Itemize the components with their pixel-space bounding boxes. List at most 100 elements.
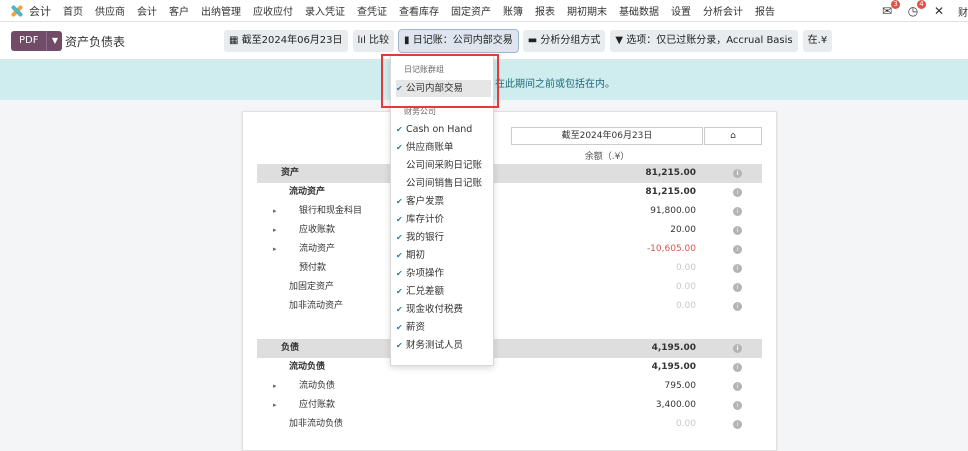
pdf-button[interactable]: PDF bbox=[11, 31, 47, 51]
menu-item[interactable]: 查凭证 bbox=[357, 3, 387, 18]
app-logo-icon[interactable] bbox=[10, 4, 24, 18]
journal-option[interactable]: ✔ Cash on Hand bbox=[396, 121, 491, 138]
expand-caret-icon[interactable]: ▸ bbox=[273, 396, 277, 415]
menu-item[interactable]: 首页 bbox=[63, 3, 83, 18]
report-line[interactable]: 流动资产 81,215.00 i bbox=[257, 183, 762, 202]
journal-option[interactable]: ✔ 我的银行 bbox=[396, 229, 491, 246]
report-line[interactable]: ▸ 流动负债 795.00 i bbox=[257, 377, 762, 396]
line-options-icon[interactable]: i bbox=[733, 188, 742, 197]
journal-option[interactable]: ✔ 薪资 bbox=[396, 319, 491, 336]
column-header-home-icon[interactable]: ⌂ bbox=[704, 127, 762, 145]
line-amount[interactable]: 0.00 bbox=[676, 259, 696, 278]
report-title: 资产负债表 bbox=[65, 35, 126, 49]
menu-item[interactable]: 报表 bbox=[535, 3, 555, 18]
line-amount[interactable]: 81,215.00 bbox=[645, 183, 696, 202]
line-amount[interactable]: 795.00 bbox=[665, 377, 697, 396]
journal-option[interactable]: ✔ 客户发票 bbox=[396, 193, 491, 210]
journal-option[interactable]: ✔ 现金收付税费 bbox=[396, 301, 491, 318]
journal-option[interactable]: 公司间采购日记账 bbox=[396, 157, 491, 174]
report-line[interactable]: 资产 81,215.00 i bbox=[257, 164, 762, 183]
tools-icon[interactable]: ✕ bbox=[932, 4, 946, 18]
main-menu: 首页 供应商 会计 客户 出纳管理 应收应付 录入凭证 查凭证 查看库存 固定资产 账簿 报表 期初期末… bbox=[63, 3, 787, 18]
menu-item[interactable]: 固定资产 bbox=[451, 3, 491, 18]
report-line[interactable]: 负债 4,195.00 i bbox=[257, 339, 762, 358]
line-amount[interactable]: -10,605.00 bbox=[647, 240, 696, 259]
report-line[interactable]: 加固定资产 0.00 i bbox=[257, 278, 762, 297]
check-icon: ✔ bbox=[396, 323, 403, 332]
app-name[interactable]: 会计 bbox=[29, 3, 51, 19]
line-amount[interactable]: 0.00 bbox=[676, 278, 696, 297]
line-amount[interactable]: 0.00 bbox=[676, 297, 696, 316]
menu-item[interactable]: 分析会计 bbox=[703, 3, 743, 18]
line-amount[interactable]: 4,195.00 bbox=[652, 358, 696, 377]
expand-caret-icon[interactable]: ▸ bbox=[273, 202, 277, 221]
currency-filter-button[interactable]: 在.¥ bbox=[802, 30, 833, 52]
line-options-icon[interactable]: i bbox=[733, 382, 742, 391]
line-label: 加固定资产 bbox=[289, 282, 335, 292]
line-options-icon[interactable]: i bbox=[733, 302, 742, 311]
user-menu[interactable]: 财 bbox=[958, 4, 968, 19]
journal-option[interactable]: ✔ 汇兑差额 bbox=[396, 283, 491, 300]
report-line[interactable]: ▸ 应收账款 20.00 i bbox=[257, 221, 762, 240]
line-amount[interactable]: 0.00 bbox=[676, 415, 696, 434]
line-amount[interactable]: 20.00 bbox=[670, 221, 696, 240]
menu-item[interactable]: 供应商 bbox=[95, 3, 125, 18]
report-line[interactable]: 加非流动资产 0.00 i bbox=[257, 297, 762, 316]
column-header-date[interactable]: 截至2024年06月23日 bbox=[511, 127, 703, 145]
line-options-icon[interactable]: i bbox=[733, 245, 742, 254]
line-label: 流动资产 bbox=[289, 187, 326, 197]
menu-item[interactable]: 录入凭证 bbox=[305, 3, 345, 18]
check-icon: ✔ bbox=[396, 287, 403, 296]
journal-option[interactable]: ✔ 杂项操作 bbox=[396, 265, 491, 282]
folder-filter-button[interactable]: ▬ 分析分组方式 bbox=[522, 30, 606, 52]
expand-caret-icon[interactable]: ▸ bbox=[273, 221, 277, 240]
filter-filter-button[interactable]: ▼ 选项：仅已过账分录，Accrual Basis bbox=[610, 30, 798, 52]
book-filter-button[interactable]: ▮ 日记账：公司内部交易 bbox=[398, 29, 519, 53]
pdf-dropdown-toggle[interactable]: ▼ bbox=[46, 31, 63, 51]
journal-option[interactable]: 公司间销售日记账 bbox=[396, 175, 491, 192]
menu-item[interactable]: 会计 bbox=[137, 3, 157, 18]
menu-item[interactable]: 查看库存 bbox=[399, 3, 439, 18]
line-options-icon[interactable]: i bbox=[733, 363, 742, 372]
chart-filter-button[interactable]: lıl 比较 bbox=[352, 30, 395, 52]
line-options-icon[interactable]: i bbox=[733, 283, 742, 292]
journal-option[interactable]: ✔ 财务测试人员 bbox=[396, 337, 491, 354]
menu-item[interactable]: 账簿 bbox=[503, 3, 523, 18]
line-options-icon[interactable]: i bbox=[733, 344, 742, 353]
report-line[interactable]: ▸ 流动资产 -10,605.00 i bbox=[257, 240, 762, 259]
report-line[interactable]: 加非流动负债 0.00 i bbox=[257, 415, 762, 434]
line-options-icon[interactable]: i bbox=[733, 264, 742, 273]
line-label: 预付款 bbox=[299, 263, 327, 273]
line-options-icon[interactable]: i bbox=[733, 207, 742, 216]
report-line[interactable]: 预付款 0.00 i bbox=[257, 259, 762, 278]
line-amount[interactable]: 81,215.00 bbox=[645, 164, 696, 183]
top-navbar: 会计 首页 供应商 会计 客户 出纳管理 应收应付 录入凭证 查凭证 查看库存 固定资产 账簿 报表期… bbox=[0, 0, 968, 22]
report-line[interactable]: ▸ 应付账款 3,400.00 i bbox=[257, 396, 762, 415]
menu-item[interactable]: 客户 bbox=[169, 3, 189, 18]
journal-option[interactable]: ✔ 库存计价 bbox=[396, 211, 491, 228]
report-line[interactable]: 流动负债 4,195.00 i bbox=[257, 358, 762, 377]
calendar-filter-button[interactable]: ▦ 截至2024年06月23日 bbox=[224, 30, 348, 52]
expand-caret-icon[interactable]: ▸ bbox=[273, 240, 277, 259]
journal-option[interactable]: ✔ 供应商账单 bbox=[396, 139, 491, 156]
menu-item[interactable]: 基础数据 bbox=[619, 3, 659, 18]
activity-icon[interactable]: ◷ 4 bbox=[906, 0, 926, 18]
expand-caret-icon[interactable]: ▸ bbox=[273, 377, 277, 396]
line-label: 流动负债 bbox=[289, 362, 326, 372]
line-options-icon[interactable]: i bbox=[733, 420, 742, 429]
check-icon: ✔ bbox=[396, 269, 403, 278]
menu-item[interactable]: 设置 bbox=[671, 3, 691, 18]
line-options-icon[interactable]: i bbox=[733, 169, 742, 178]
line-amount[interactable]: 3,400.00 bbox=[656, 396, 696, 415]
line-amount[interactable]: 4,195.00 bbox=[652, 339, 696, 358]
report-line[interactable]: ▸ 银行和现金科目 91,800.00 i bbox=[257, 202, 762, 221]
line-options-icon[interactable]: i bbox=[733, 401, 742, 410]
menu-item[interactable]: 出纳管理 bbox=[201, 3, 241, 18]
journal-option[interactable]: ✔ 期初 bbox=[396, 247, 491, 264]
menu-item[interactable]: 期初期末 bbox=[567, 3, 607, 18]
messages-icon[interactable]: ✉ 3 bbox=[880, 0, 900, 18]
menu-item[interactable]: 报告 bbox=[755, 3, 775, 18]
line-amount[interactable]: 91,800.00 bbox=[650, 202, 696, 221]
menu-item[interactable]: 应收应付 bbox=[253, 3, 293, 18]
line-options-icon[interactable]: i bbox=[733, 226, 742, 235]
